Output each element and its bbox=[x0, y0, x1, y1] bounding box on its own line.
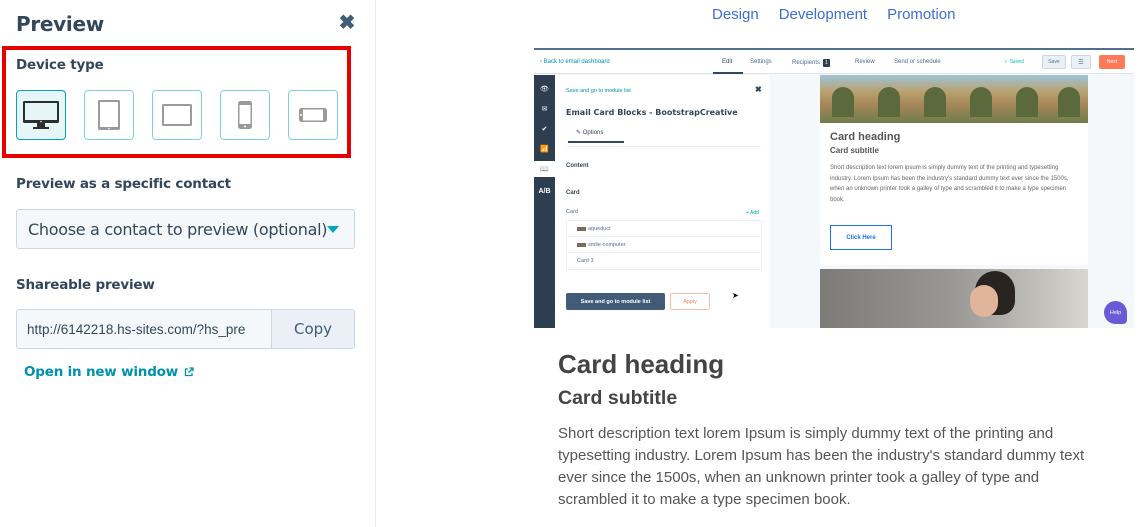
card-preview: Card heading Card subtitle Short descrip… bbox=[534, 328, 1134, 527]
contact-select-value: Choose a contact to preview (optional) bbox=[28, 219, 328, 239]
envelope-icon: ✉ bbox=[541, 106, 548, 113]
editor-side-rail: 👁 ✉ ✔ 📶 📖 A/B bbox=[534, 75, 555, 328]
preview-panel: Preview ✖ Device type Preview as a speci… bbox=[0, 0, 376, 527]
canvas-card-heading: Card heading bbox=[830, 131, 901, 143]
canvas-card-text: Short description text lorem ipsum is si… bbox=[830, 165, 1069, 203]
add-card-link: + Add bbox=[746, 210, 759, 216]
checkmark-icon: ✔ bbox=[541, 126, 548, 133]
editor-menu-icon: ☰ bbox=[1071, 55, 1091, 69]
module-title: Email Card Blocks - BootstrapCreative bbox=[566, 108, 738, 117]
copy-button[interactable]: Copy bbox=[271, 310, 354, 348]
options-tab: ✎ Options bbox=[568, 129, 624, 143]
shareable-url-input[interactable] bbox=[17, 310, 271, 348]
editor-tab-recipients: Recipients 1 bbox=[792, 59, 830, 67]
back-to-dashboard-link: ‹ Back to email dashboard bbox=[540, 59, 610, 65]
device-tablet-portrait-button[interactable] bbox=[84, 90, 134, 140]
module-editor-panel: Save and go to module list ✖ Email Card … bbox=[555, 75, 770, 328]
ab-test-icon: A/B bbox=[538, 187, 551, 195]
device-mobile-landscape-button[interactable] bbox=[288, 90, 338, 140]
editor-screenshot-image: ‹ Back to email dashboard Edit Settings … bbox=[534, 48, 1134, 328]
canvas-card: Card heading Card subtitle Short descrip… bbox=[820, 123, 1088, 265]
caret-down-icon bbox=[327, 226, 339, 233]
chart-icon: 📶 bbox=[540, 146, 549, 153]
mobile-landscape-icon bbox=[299, 108, 327, 122]
external-link-icon bbox=[184, 367, 194, 377]
mobile-portrait-icon bbox=[238, 101, 252, 129]
card-section-heading: Card bbox=[566, 190, 580, 196]
save-go-module-list-link: Save and go to module list bbox=[566, 88, 631, 94]
nav-link-development[interactable]: Development bbox=[779, 6, 867, 23]
close-icon[interactable]: ✖ bbox=[338, 13, 356, 33]
shareable-preview-label: Shareable preview bbox=[16, 277, 155, 293]
editor-tab-recipients-label: Recipients bbox=[792, 60, 821, 66]
device-type-selector bbox=[16, 90, 338, 140]
editor-tab-edit: Edit bbox=[722, 59, 733, 65]
eye-icon: 👁 bbox=[540, 86, 549, 93]
content-heading: Content bbox=[566, 163, 589, 169]
editor-save-button: Save bbox=[1042, 55, 1066, 69]
open-in-new-window-link[interactable]: Open in new window bbox=[24, 364, 194, 380]
tablet-landscape-icon bbox=[162, 104, 192, 126]
card-item-label: smile-computer bbox=[588, 241, 626, 248]
card-list-item: Card 3 bbox=[567, 253, 761, 269]
editor-next-button: Next bbox=[1099, 55, 1125, 69]
editor-tab-underline bbox=[713, 72, 743, 74]
editor-tab-send: Send or schedule bbox=[894, 59, 941, 65]
book-icon: 📖 bbox=[534, 161, 555, 177]
device-mobile-portrait-button[interactable] bbox=[220, 90, 270, 140]
card-heading: Card heading bbox=[558, 349, 725, 379]
card-list: aqueduct smile-computer Card 3 bbox=[566, 220, 762, 270]
card-list-item: smile-computer bbox=[567, 237, 761, 253]
editor-header: ‹ Back to email dashboard Edit Settings … bbox=[534, 50, 1134, 74]
recipients-count-badge: 1 bbox=[823, 59, 830, 67]
card-item-label: Card 3 bbox=[577, 258, 594, 264]
image-thumbnail bbox=[577, 242, 586, 247]
email-canvas: Card heading Card subtitle Short descrip… bbox=[770, 75, 1134, 328]
contact-select[interactable]: Choose a contact to preview (optional) bbox=[16, 209, 355, 249]
nav-link-design[interactable]: Design bbox=[712, 6, 759, 23]
card-list-item: aqueduct bbox=[567, 221, 761, 237]
editor-close-icon: ✖ bbox=[755, 85, 762, 94]
canvas-click-here-button: Click Here bbox=[830, 225, 892, 250]
editor-tab-settings: Settings bbox=[750, 59, 772, 65]
tab-divider bbox=[566, 146, 761, 147]
contact-preview-label: Preview as a specific contact bbox=[16, 176, 231, 192]
save-module-list-button: Save and go to module list bbox=[566, 293, 665, 310]
aqueduct-image bbox=[820, 75, 1088, 123]
saved-status: ✓ Saved bbox=[1004, 59, 1024, 65]
card-item-label: aqueduct bbox=[588, 225, 611, 232]
shareable-url-group: Copy bbox=[16, 309, 355, 349]
card-body-text: Short description text lorem Ipsum is si… bbox=[558, 425, 1085, 508]
desktop-monitor-icon bbox=[23, 101, 59, 129]
apply-button: Apply bbox=[670, 293, 710, 310]
image-thumbnail bbox=[577, 226, 586, 231]
tablet-portrait-icon bbox=[98, 100, 120, 130]
mouse-cursor-icon: ➤ bbox=[732, 291, 739, 300]
smile-computer-image bbox=[820, 269, 1088, 328]
card-subtitle: Card subtitle bbox=[558, 387, 678, 409]
open-in-new-window-label: Open in new window bbox=[24, 364, 179, 380]
editor-tab-review: Review bbox=[855, 59, 875, 65]
canvas-card-subtitle: Card subtitle bbox=[830, 146, 879, 155]
panel-title: Preview bbox=[16, 12, 104, 36]
device-type-label: Device type bbox=[16, 57, 104, 73]
device-desktop-button[interactable] bbox=[16, 90, 66, 140]
device-tablet-landscape-button[interactable] bbox=[152, 90, 202, 140]
help-button: Help bbox=[1104, 301, 1127, 324]
nav-link-promotion[interactable]: Promotion bbox=[887, 6, 955, 23]
top-nav: Design Development Promotion bbox=[712, 6, 955, 23]
card-field-label: Card bbox=[566, 209, 578, 215]
